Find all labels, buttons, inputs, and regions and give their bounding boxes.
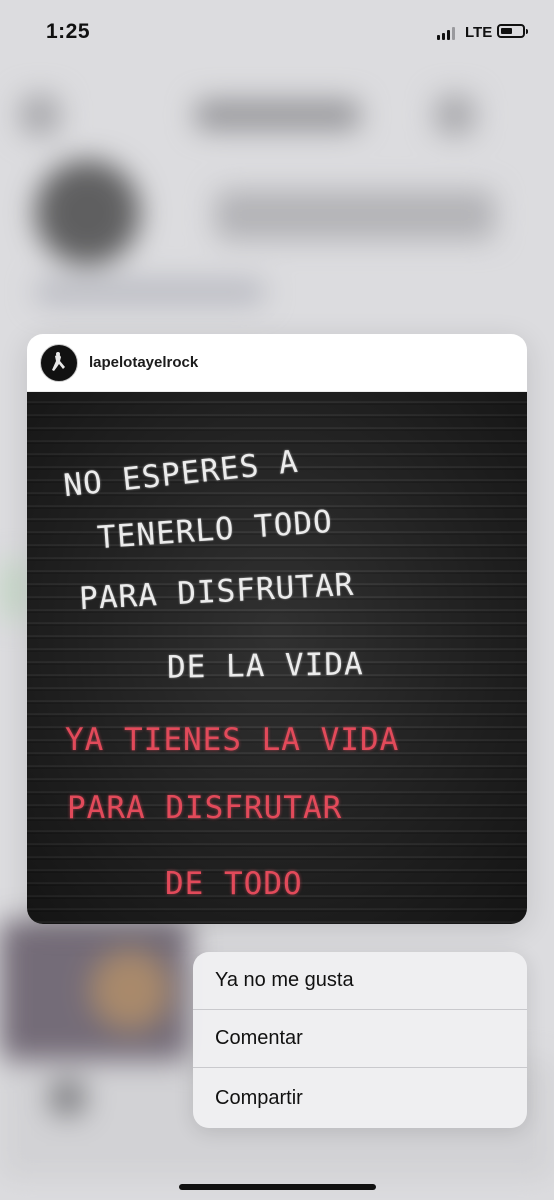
status-time: 1:25 <box>46 20 91 43</box>
bat-silhouette-icon <box>52 351 65 371</box>
board-line-7: DE TODO <box>165 866 303 902</box>
post-header: lapelotayelrock <box>27 334 527 392</box>
board-line-3: PARA DISFRUTAR <box>78 566 356 618</box>
network-type: LTE <box>465 24 493 41</box>
post-preview-card[interactable]: lapelotayelrock NO ESPERES A TENERLO TOD… <box>27 334 527 924</box>
board-line-1: NO ESPERES A <box>61 443 301 505</box>
comment-menu-item[interactable]: Comentar <box>193 1010 527 1068</box>
cellular-signal-icon <box>437 27 455 40</box>
unlike-menu-item[interactable]: Ya no me gusta <box>193 952 527 1010</box>
status-bar: 1:25 LTE <box>0 0 554 66</box>
board-line-6: PARA DISFRUTAR <box>67 790 343 826</box>
board-line-4: DE LA VIDA <box>166 646 364 686</box>
letter-board-photo: NO ESPERES A TENERLO TODO PARA DISFRUTAR… <box>27 392 527 924</box>
home-indicator[interactable] <box>179 1184 376 1190</box>
avatar[interactable] <box>40 343 78 382</box>
context-menu: Ya no me gusta Comentar Compartir <box>193 952 527 1128</box>
board-line-2: TENERLO TODO <box>96 503 334 557</box>
battery-icon <box>497 24 528 38</box>
post-username[interactable]: lapelotayelrock <box>89 354 198 371</box>
share-menu-item[interactable]: Compartir <box>193 1068 527 1128</box>
board-line-5: YA TIENES LA VIDA <box>65 722 400 758</box>
